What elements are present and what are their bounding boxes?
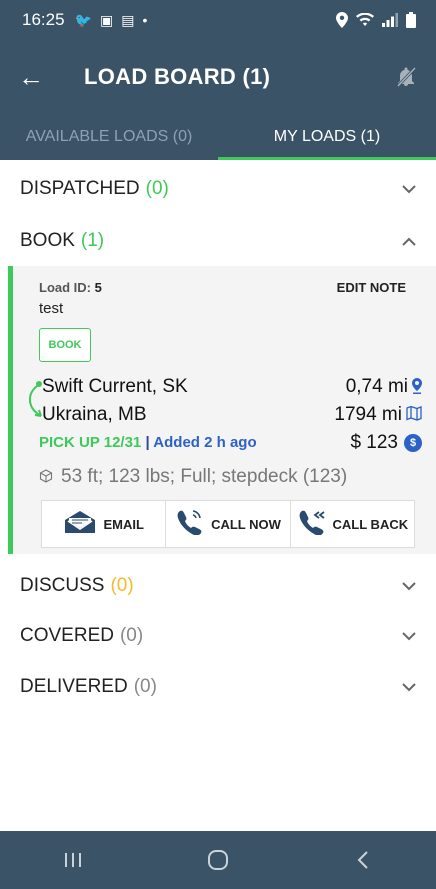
section-dispatched[interactable]: DISPATCHED (0) xyxy=(0,162,436,216)
chevron-up-icon xyxy=(402,233,416,249)
pickup-date: PICK UP 12/31 xyxy=(39,434,142,451)
page-title: LOAD BOARD (1) xyxy=(84,64,271,89)
section-count: (0) xyxy=(119,625,144,646)
email-button[interactable]: EMAIL xyxy=(42,501,167,547)
home-icon[interactable] xyxy=(168,849,268,871)
bird-icon: 🐦 xyxy=(74,11,92,28)
section-label: DISPATCHED xyxy=(20,178,140,199)
battery-icon xyxy=(406,12,416,28)
dot-icon: • xyxy=(142,12,148,28)
section-label: DISCUSS xyxy=(20,575,105,596)
location-icon xyxy=(336,12,348,28)
system-nav-bar xyxy=(0,831,436,889)
back-arrow-icon[interactable]: ← xyxy=(0,62,62,93)
pickup-info: PICK UP 12/31 | Added 2 h ago xyxy=(39,434,257,451)
photo-icon: ▤ xyxy=(121,11,135,28)
section-count: (1) xyxy=(80,230,105,251)
load-price: $ 123 $ xyxy=(350,432,422,454)
added-time: Added 2 h ago xyxy=(153,434,257,451)
back-nav-icon[interactable] xyxy=(313,850,413,870)
status-bar: 16:25 🐦 ▣ ▤ • xyxy=(0,0,436,40)
load-note: test xyxy=(39,300,64,317)
destination-city: Ukraina, MB xyxy=(42,404,147,425)
status-badge-book[interactable]: BOOK xyxy=(39,328,91,362)
destination-distance: 1794 mi xyxy=(334,404,422,426)
recent-apps-icon[interactable] xyxy=(23,851,123,869)
origin-distance: 0,74 mi xyxy=(346,376,422,398)
dollar-icon: $ xyxy=(404,434,422,452)
phone-callback-icon xyxy=(297,509,327,539)
section-count: (0) xyxy=(133,676,157,697)
phone-ringing-icon xyxy=(175,509,205,539)
chevron-down-icon xyxy=(402,181,416,197)
section-discuss[interactable]: DISCUSS (0) xyxy=(0,559,436,613)
box-icon xyxy=(39,468,53,486)
contact-actions: EMAIL CALL NOW CALL BACK xyxy=(41,500,415,548)
section-covered[interactable]: COVERED (0) xyxy=(0,609,436,663)
image-icon: ▣ xyxy=(99,11,114,28)
load-details: 53 ft; 123 lbs; Full; stepdeck (123) xyxy=(39,466,347,488)
chevron-down-icon xyxy=(402,679,416,695)
tab-my-loads[interactable]: MY LOADS (1) xyxy=(218,114,436,160)
chevron-down-icon xyxy=(402,578,416,594)
call-back-button[interactable]: CALL BACK xyxy=(291,501,414,547)
email-icon xyxy=(63,510,97,538)
section-label: DELIVERED xyxy=(20,676,128,697)
signal-icon xyxy=(382,13,398,27)
load-id: Load ID: 5 xyxy=(39,280,102,295)
status-notification-icons: 🐦 ▣ ▤ • xyxy=(75,12,148,29)
load-card[interactable]: Load ID: 5 EDIT NOTE test BOOK Swift Cur… xyxy=(8,266,436,554)
map-pin-icon xyxy=(412,377,422,397)
section-label: COVERED xyxy=(20,625,114,646)
chevron-down-icon xyxy=(402,628,416,644)
section-label: BOOK xyxy=(20,230,75,251)
tab-available-loads[interactable]: AVAILABLE LOADS (0) xyxy=(0,114,218,160)
status-system-icons xyxy=(336,12,416,28)
origin-city: Swift Current, SK xyxy=(42,376,188,397)
status-time: 16:25 xyxy=(22,10,65,29)
section-delivered[interactable]: DELIVERED (0) xyxy=(0,660,436,714)
edit-note-button[interactable]: EDIT NOTE xyxy=(337,280,406,295)
load-tabs: AVAILABLE LOADS (0) MY LOADS (1) xyxy=(0,114,436,160)
section-count: (0) xyxy=(145,178,169,199)
app-bar: ← LOAD BOARD (1) xyxy=(0,40,436,114)
section-count: (0) xyxy=(110,575,134,596)
notifications-off-icon[interactable] xyxy=(376,66,436,88)
call-now-button[interactable]: CALL NOW xyxy=(166,501,291,547)
wifi-icon xyxy=(356,13,374,26)
section-book[interactable]: BOOK (1) xyxy=(0,214,436,268)
map-icon[interactable] xyxy=(406,405,422,424)
